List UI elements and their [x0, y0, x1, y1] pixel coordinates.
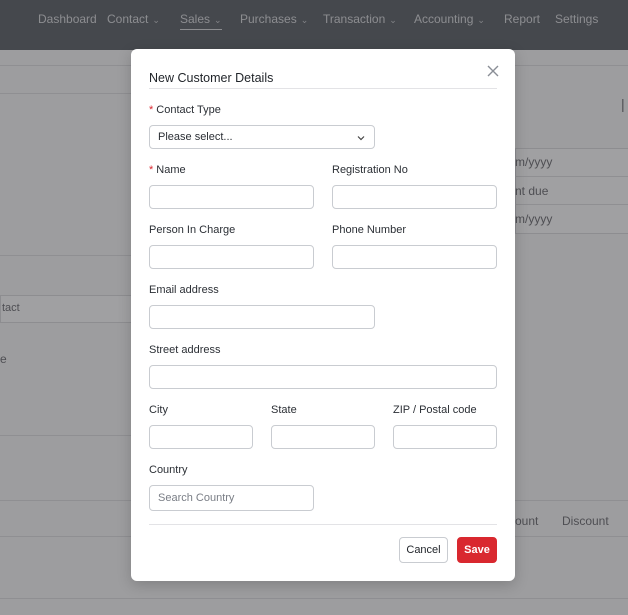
- phone-number-input[interactable]: [332, 245, 497, 269]
- contact-type-select[interactable]: Please select...: [149, 125, 375, 149]
- email-label: Email address: [149, 284, 219, 296]
- zip-input[interactable]: [393, 425, 497, 449]
- person-in-charge-input[interactable]: [149, 245, 314, 269]
- contact-type-selected-value: Please select...: [158, 131, 233, 143]
- zip-label: ZIP / Postal code: [393, 404, 477, 416]
- registration-no-input[interactable]: [332, 185, 497, 209]
- name-label-text: Name: [156, 164, 186, 176]
- country-search-input[interactable]: [149, 485, 314, 511]
- name-input[interactable]: [149, 185, 314, 209]
- street-address-label: Street address: [149, 344, 221, 356]
- city-label: City: [149, 404, 168, 416]
- state-input[interactable]: [271, 425, 375, 449]
- close-icon[interactable]: [485, 63, 501, 79]
- state-label: State: [271, 404, 297, 416]
- cancel-button[interactable]: Cancel: [399, 537, 448, 563]
- footer-divider: [149, 524, 497, 525]
- required-mark: *: [149, 164, 154, 176]
- new-customer-modal: New Customer Details * Contact Type Pleas…: [131, 49, 515, 581]
- registration-no-label: Registration No: [332, 164, 408, 176]
- chevron-down-icon: [357, 136, 365, 141]
- modal-title: New Customer Details: [149, 71, 274, 85]
- street-address-input[interactable]: [149, 365, 497, 389]
- email-input[interactable]: [149, 305, 375, 329]
- country-label: Country: [149, 464, 188, 476]
- required-mark: *: [149, 104, 154, 116]
- name-label: * Name: [149, 164, 186, 176]
- save-button[interactable]: Save: [457, 537, 497, 563]
- title-divider: [149, 88, 497, 89]
- city-input[interactable]: [149, 425, 253, 449]
- contact-type-label-text: Contact Type: [156, 104, 221, 116]
- person-in-charge-label: Person In Charge: [149, 224, 236, 236]
- contact-type-label: * Contact Type: [149, 104, 221, 116]
- phone-number-label: Phone Number: [332, 224, 406, 236]
